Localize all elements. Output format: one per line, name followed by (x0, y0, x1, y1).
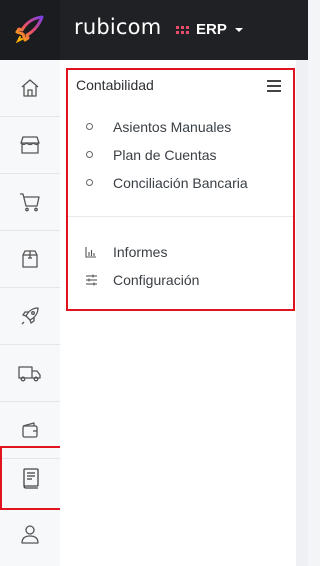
panel-gutter (296, 60, 308, 566)
hamburger-menu-icon[interactable] (267, 80, 281, 92)
bar-chart-icon (85, 247, 96, 258)
menu-item-label: Informes (113, 244, 168, 260)
caret-down-icon (234, 27, 243, 32)
sidebar (0, 60, 62, 566)
rocket-icon (21, 307, 39, 325)
menu-item-label: Asientos Manuales (113, 119, 232, 135)
brand-name: rubicom (74, 15, 162, 39)
sidebar-item-accounting[interactable] (0, 446, 62, 510)
apps-grid-icon (176, 25, 189, 34)
accounting-menu: Contabilidad Asientos Manuales Plan de C… (66, 68, 295, 311)
store-icon (20, 136, 40, 154)
sidebar-item-store[interactable] (0, 117, 60, 173)
product-switcher[interactable]: ERP (176, 21, 243, 38)
menu-item-asientos-manuales[interactable]: Asientos Manuales (68, 115, 293, 141)
box-icon (22, 250, 38, 268)
menu-divider (68, 216, 293, 217)
circle-bullet-icon (86, 151, 93, 158)
sidebar-item-cart[interactable] (0, 174, 60, 230)
wallet-icon (22, 422, 38, 438)
sidebar-item-launch[interactable] (0, 288, 60, 344)
rocket-logo-icon (15, 15, 44, 44)
menu-item-plan-de-cuentas[interactable]: Plan de Cuentas (68, 143, 293, 169)
menu-item-label: Configuración (113, 272, 200, 288)
menu-item-label: Conciliación Bancaria (113, 175, 248, 191)
sidebar-item-box[interactable] (0, 231, 60, 287)
menu-item-label: Plan de Cuentas (113, 147, 217, 163)
sidebar-item-shipping[interactable] (0, 345, 60, 401)
user-icon (21, 525, 39, 544)
menu-item-informes[interactable]: Informes (68, 240, 293, 266)
menu-title: Contabilidad (76, 77, 154, 93)
menu-item-conciliacion-bancaria[interactable]: Conciliación Bancaria (68, 171, 293, 197)
truck-icon (18, 366, 41, 382)
product-label: ERP (196, 21, 227, 38)
cart-icon (20, 193, 40, 212)
menu-item-configuracion[interactable]: Configuración (68, 268, 293, 294)
app-logo[interactable] (0, 0, 60, 60)
top-bar: rubicom ERP (0, 0, 308, 60)
sidebar-item-profile[interactable] (0, 506, 60, 562)
active-highlight (0, 446, 62, 510)
sidebar-item-home[interactable] (0, 60, 60, 116)
home-icon (21, 79, 39, 97)
circle-bullet-icon (86, 123, 93, 130)
circle-bullet-icon (86, 179, 93, 186)
sliders-icon (86, 274, 97, 286)
